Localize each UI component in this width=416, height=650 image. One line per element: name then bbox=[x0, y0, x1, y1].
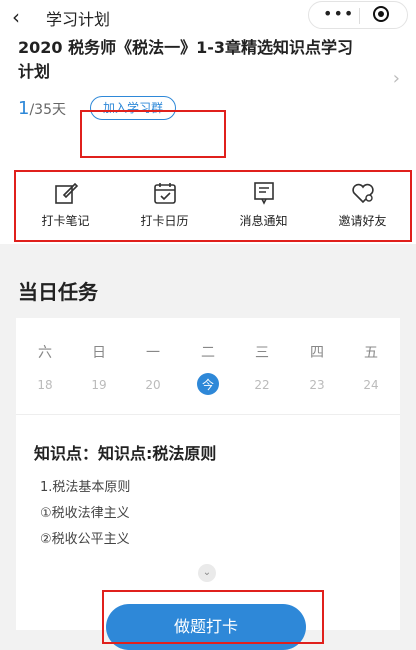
checkin-note-button[interactable]: 打卡笔记 bbox=[16, 170, 115, 234]
date-cell-today[interactable]: 今 bbox=[193, 374, 223, 396]
chevron-down-icon[interactable]: ⌄ bbox=[198, 564, 216, 582]
chevron-right-icon[interactable]: › bbox=[393, 68, 400, 89]
divider bbox=[16, 414, 400, 415]
edit-note-icon bbox=[54, 182, 78, 204]
date-cell[interactable]: 18 bbox=[30, 374, 60, 396]
weekday-label: 二 bbox=[201, 345, 215, 361]
knowledge-line: ①税收法律主义 bbox=[40, 506, 130, 521]
page-title: 学习计划 bbox=[46, 10, 111, 29]
date-cell[interactable]: 20 bbox=[138, 374, 168, 396]
message-icon bbox=[253, 182, 274, 205]
weekday-label: 三 bbox=[255, 345, 269, 361]
knowledge-line: ②税收公平主义 bbox=[40, 532, 130, 547]
back-icon[interactable]: ‹ bbox=[12, 5, 20, 29]
weekday-label: 五 bbox=[364, 345, 378, 361]
date-cell[interactable]: 19 bbox=[84, 374, 114, 396]
total-days: /35天 bbox=[29, 102, 66, 118]
plan-progress: 1/35天 bbox=[18, 98, 66, 119]
action-label: 邀请好友 bbox=[338, 214, 387, 228]
action-label: 打卡笔记 bbox=[41, 214, 90, 228]
mini-program-capsule: ••• bbox=[308, 1, 408, 29]
weekday-label: 四 bbox=[310, 345, 324, 361]
capsule-divider bbox=[359, 8, 360, 24]
task-card: 六 日 一 二 三 四 五 18 19 20 今 22 23 24 知识点：知识… bbox=[16, 318, 400, 630]
nav-bar: ‹ 学习计划 ••• bbox=[0, 0, 416, 34]
current-day: 1 bbox=[18, 98, 30, 119]
calendar-check-icon bbox=[153, 183, 176, 204]
date-cell[interactable]: 23 bbox=[302, 374, 332, 396]
weekday-label: 日 bbox=[92, 345, 106, 361]
action-bar: 打卡笔记 打卡日历 消息通知 邀请好友 bbox=[16, 140, 412, 228]
notification-button[interactable]: 消息通知 bbox=[214, 170, 313, 234]
date-cell[interactable]: 24 bbox=[356, 374, 386, 396]
action-label: 消息通知 bbox=[239, 214, 288, 228]
heart-invite-icon bbox=[351, 183, 374, 204]
plan-title[interactable]: 2020 税务师《税法一》1-3章精选知识点学习计划 bbox=[18, 36, 358, 84]
close-icon[interactable] bbox=[373, 6, 389, 22]
weekday-label: 一 bbox=[146, 345, 160, 361]
do-exercise-checkin-button[interactable]: 做题打卡 bbox=[106, 604, 306, 650]
knowledge-title: 知识点：知识点:税法原则 bbox=[34, 444, 217, 463]
more-icon[interactable]: ••• bbox=[323, 4, 354, 23]
section-title: 当日任务 bbox=[18, 280, 98, 304]
date-cell[interactable]: 22 bbox=[247, 374, 277, 396]
weekday-label: 六 bbox=[38, 345, 52, 361]
join-group-button[interactable]: 加入学习群 bbox=[90, 96, 177, 120]
invite-friend-button[interactable]: 邀请好友 bbox=[313, 170, 412, 234]
knowledge-line: 1.税法基本原则 bbox=[40, 480, 131, 495]
checkin-calendar-button[interactable]: 打卡日历 bbox=[115, 170, 214, 234]
action-label: 打卡日历 bbox=[140, 214, 189, 228]
